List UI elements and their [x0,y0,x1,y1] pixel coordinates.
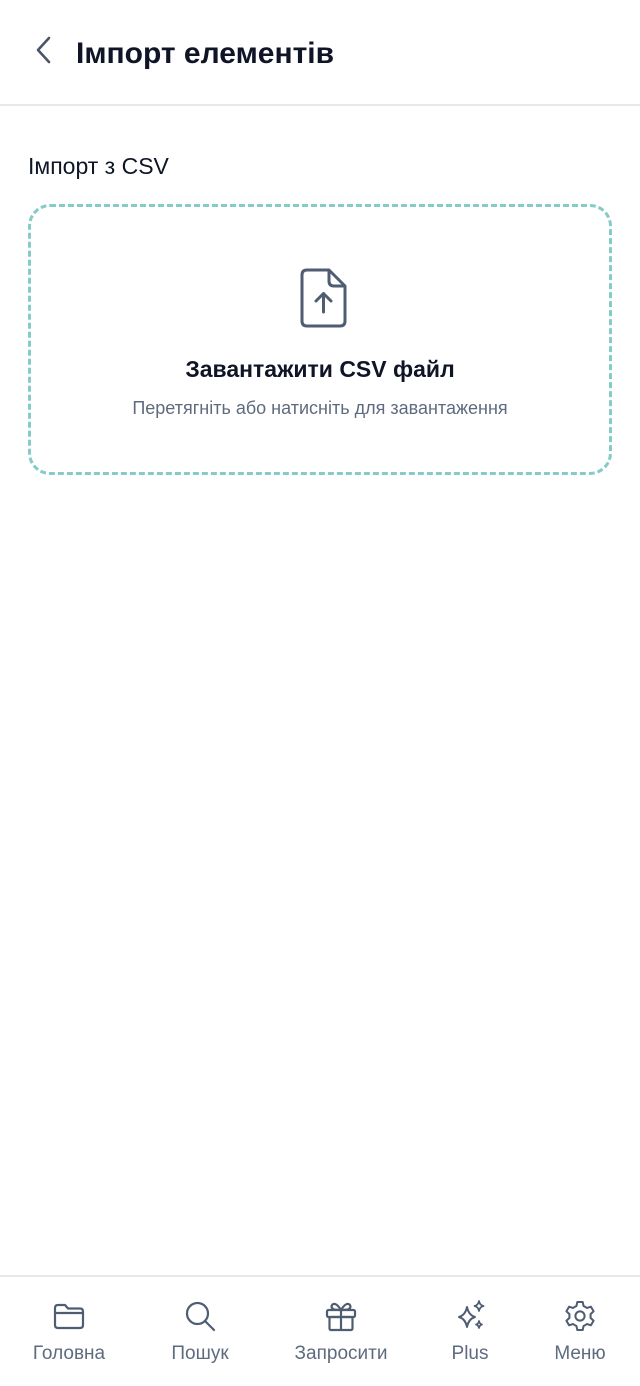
nav-label-plus: Plus [451,1343,489,1364]
bottom-navigation: Головна Пошук Запросити Plus Меню [0,1275,640,1386]
upload-title: Завантажити CSV файл [185,356,455,382]
nav-item-plus[interactable]: Plus [406,1277,534,1386]
folder-icon [52,1299,86,1333]
search-icon [183,1299,217,1333]
top-app-bar: Імпорт елементів [0,0,640,106]
nav-item-search[interactable]: Пошук [136,1277,264,1386]
upload-subtitle: Перетягніть або натисніть для завантажен… [132,398,508,418]
csv-upload-dropzone[interactable]: Завантажити CSV файл Перетягніть або нат… [28,204,612,475]
nav-label-menu: Меню [554,1343,606,1364]
sparkles-icon [453,1299,487,1333]
section-title: Імпорт з CSV [28,153,169,179]
nav-item-home[interactable]: Головна [5,1277,133,1386]
gear-icon [563,1299,597,1333]
nav-item-invite[interactable]: Запросити [277,1277,405,1386]
nav-label-search: Пошук [171,1343,229,1364]
chevron-left-icon [33,35,55,70]
nav-label-home: Головна [32,1343,106,1364]
nav-item-menu[interactable]: Меню [516,1277,640,1386]
file-upload-icon [299,267,349,329]
gift-icon [324,1299,358,1333]
back-button[interactable] [22,30,66,74]
nav-label-invite: Запросити [294,1343,388,1364]
page-title: Імпорт елементів [76,37,335,70]
